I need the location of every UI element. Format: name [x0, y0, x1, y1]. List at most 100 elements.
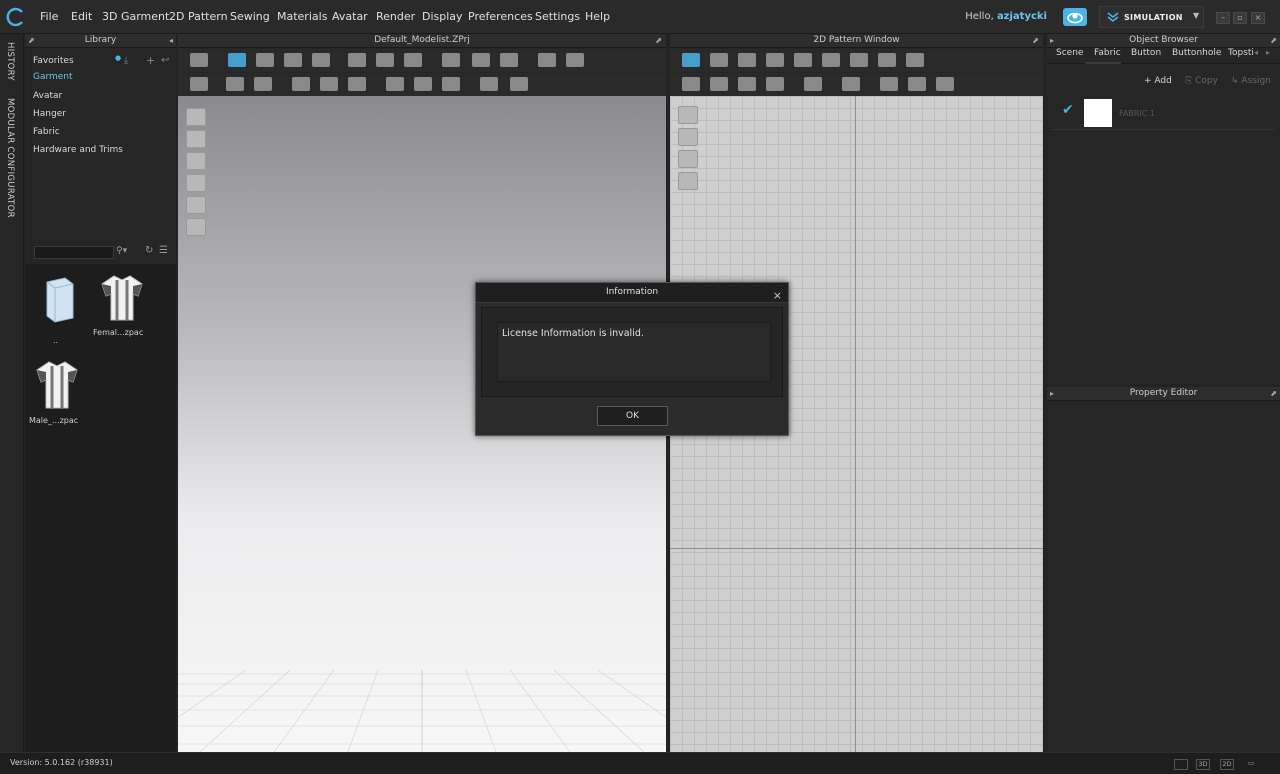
restore-button[interactable]: ▫ [1233, 12, 1247, 24]
shirring-icon[interactable] [348, 77, 366, 91]
fold-arrange-icon[interactable] [804, 77, 822, 91]
tab-modular-configurator[interactable]: MODULAR CONFIGURATOR [5, 98, 15, 218]
puckering-icon[interactable] [292, 77, 310, 91]
simulation-mode-button[interactable]: SIMULATION ▼ [1099, 6, 1204, 28]
avatar-pose-icon[interactable] [190, 77, 208, 91]
single-view-button[interactable] [1174, 759, 1188, 770]
copy-fabric-button[interactable]: ⎘ Copy [1185, 76, 1218, 86]
menu-edit[interactable]: Edit [71, 10, 92, 23]
assign-fabric-button[interactable]: ↳ Assign [1231, 76, 1271, 86]
menu-preferences[interactable]: Preferences [468, 10, 533, 23]
undock-icon[interactable]: ⬈ [1032, 34, 1039, 47]
texture-2d-icon[interactable] [678, 172, 698, 190]
dart-icon[interactable] [906, 53, 924, 67]
download-icon[interactable]: ⤓ [124, 56, 128, 66]
zipper-icon[interactable] [414, 77, 432, 91]
needle-icon[interactable] [254, 77, 272, 91]
ok-button[interactable]: OK [597, 406, 668, 426]
multi-sewing-icon[interactable] [738, 77, 756, 91]
tab-buttonhole[interactable]: Buttonhole [1172, 48, 1221, 58]
chevron-down-icon[interactable]: ▼ [1193, 11, 1199, 20]
menu-materials[interactable]: Materials [277, 10, 327, 23]
close-window-button[interactable]: × [1251, 12, 1265, 24]
transform-pattern-icon[interactable] [682, 53, 700, 67]
tack-pair-icon[interactable] [376, 53, 394, 67]
polygon-icon[interactable] [822, 53, 840, 67]
menu-sewing[interactable]: Sewing [230, 10, 270, 23]
checkmark-icon[interactable]: ✔ [1062, 102, 1074, 118]
library-search-input[interactable] [34, 246, 114, 259]
graphic-icon[interactable] [880, 77, 898, 91]
internal-polygon-icon[interactable] [878, 53, 896, 67]
texture-icon[interactable] [442, 77, 460, 91]
tack-points-icon[interactable] [404, 53, 422, 67]
show-pattern-icon[interactable] [678, 106, 698, 124]
library-item-favorites[interactable]: Favorites [33, 56, 74, 66]
thumbnail-female-garment[interactable]: Femal...zpac [93, 272, 151, 342]
seam-tape-icon[interactable] [226, 77, 244, 91]
show-avatar-icon[interactable] [186, 108, 206, 126]
collapse-icon[interactable]: ▸ [1050, 387, 1054, 400]
add-icon[interactable]: + [146, 54, 155, 67]
undock-icon[interactable]: ⬈ [28, 34, 35, 47]
back-icon[interactable]: ↩ [161, 55, 169, 66]
search-icon[interactable]: ⚲▾ [116, 246, 127, 256]
edit-texture-icon[interactable] [842, 77, 860, 91]
menu-file[interactable]: File [40, 10, 58, 23]
menu-3d-garment[interactable]: 3D Garment [102, 10, 169, 23]
menu-avatar[interactable]: Avatar [332, 10, 368, 23]
tab-button[interactable]: Button [1131, 48, 1161, 58]
collapse-icon[interactable]: ◂ [169, 34, 173, 47]
add-fabric-button[interactable]: + Add [1144, 76, 1172, 86]
undock-icon[interactable]: ⬈ [1270, 34, 1277, 47]
box-icon[interactable] [566, 53, 584, 67]
show-garment-icon[interactable] [186, 130, 206, 148]
library-item-avatar[interactable]: Avatar [33, 91, 62, 101]
button-tool-icon[interactable] [480, 77, 498, 91]
close-icon[interactable]: × [773, 286, 782, 305]
select-mesh-icon[interactable] [190, 53, 208, 67]
texture-display-icon[interactable] [186, 196, 206, 214]
library-item-hardware-trims[interactable]: Hardware and Trims [33, 145, 123, 155]
tab-fabric[interactable]: Fabric [1094, 48, 1121, 58]
scale-icon[interactable] [284, 53, 302, 67]
segment-sewing-icon[interactable] [682, 77, 700, 91]
menu-help[interactable]: Help [585, 10, 610, 23]
collapse-icon[interactable]: ▸ [1050, 34, 1054, 47]
edit-graphic-icon[interactable] [908, 77, 926, 91]
undock-icon[interactable]: ⬈ [655, 34, 662, 47]
fabric-display-icon[interactable] [186, 174, 206, 192]
strap-icon[interactable] [472, 53, 490, 67]
show-garment-2d-icon[interactable] [678, 128, 698, 146]
free-sewing-icon[interactable] [710, 77, 728, 91]
menu-render[interactable]: Render [376, 10, 415, 23]
grid-view-button[interactable]: ▭ [1244, 759, 1258, 770]
pin-icon[interactable] [442, 53, 460, 67]
library-item-hanger[interactable]: Hanger [33, 109, 66, 119]
stitch-icon[interactable] [320, 77, 338, 91]
info-icon[interactable] [678, 150, 698, 168]
cloud-button[interactable] [1063, 8, 1087, 26]
add-point-icon[interactable] [794, 53, 812, 67]
library-item-fabric[interactable]: Fabric [33, 127, 60, 137]
tab-scroll-left-icon[interactable]: ◂ [1254, 48, 1258, 57]
username[interactable]: azjatycki [997, 11, 1047, 22]
thumbnail-male-garment[interactable]: Male_...zpac [29, 358, 87, 430]
transform-icon[interactable] [256, 53, 274, 67]
edit-curvature-icon[interactable] [738, 53, 756, 67]
topstitch-icon[interactable] [386, 77, 404, 91]
refresh-icon[interactable]: ↻ [145, 245, 153, 256]
avatar-display-icon[interactable] [186, 152, 206, 170]
tab-topstitch[interactable]: Topsti [1228, 48, 1254, 58]
list-view-icon[interactable]: ☰ [159, 245, 168, 256]
menu-2d-pattern[interactable]: 2D Pattern [169, 10, 228, 23]
menu-display[interactable]: Display [422, 10, 463, 23]
tack-icon[interactable] [348, 53, 366, 67]
symmetry-icon[interactable] [936, 77, 954, 91]
edit-point-icon[interactable] [710, 53, 728, 67]
tab-history[interactable]: HISTORY [5, 42, 15, 81]
tab-scroll-right-icon[interactable]: ▸ [1266, 48, 1270, 57]
move-icon[interactable] [228, 53, 246, 67]
check-sewing-icon[interactable] [766, 77, 784, 91]
2d-view-button[interactable]: 2D [1220, 759, 1234, 770]
